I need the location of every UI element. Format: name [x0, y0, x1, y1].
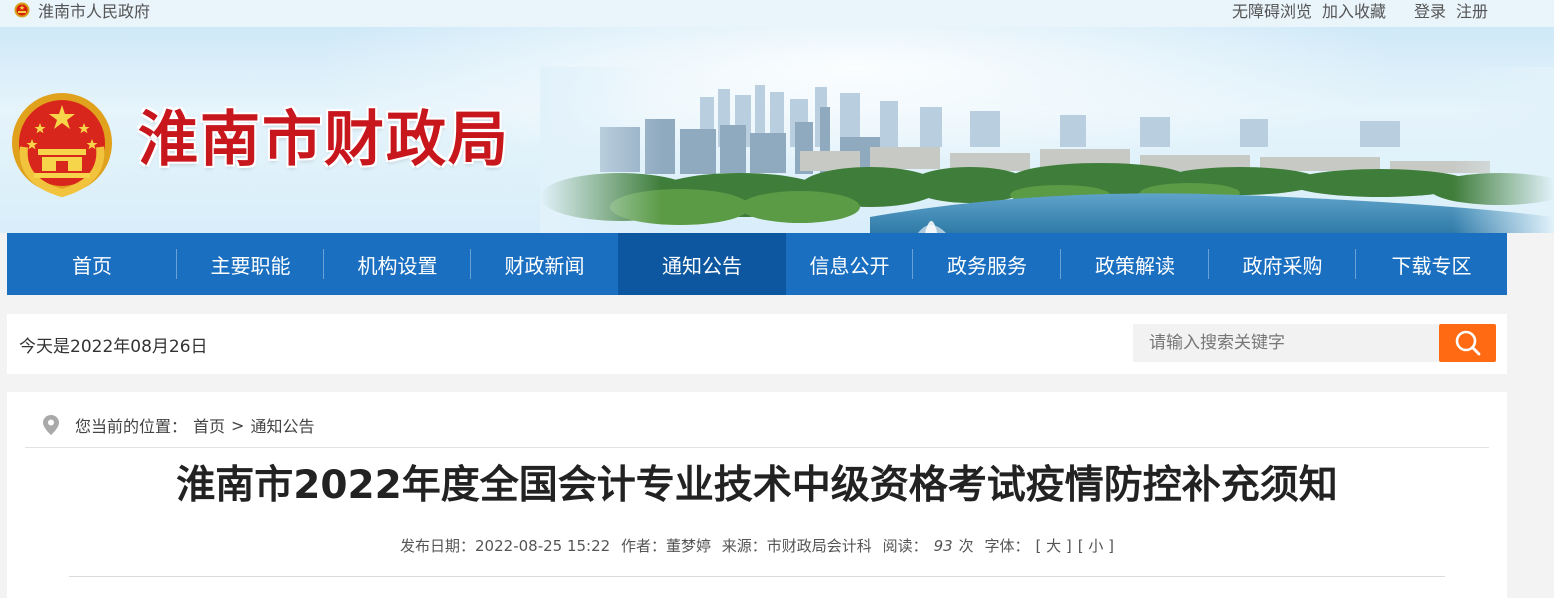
nav-item-label: 机构设置 — [357, 253, 438, 278]
main-nav: 首页 主要职能 机构设置 财政新闻 通知公告 信息公开 政务服务 政策解读 政府… — [7, 233, 1507, 295]
nav-item-label: 财政新闻 — [504, 253, 585, 278]
breadcrumb-current[interactable]: 通知公告 — [250, 413, 314, 437]
font-large-button[interactable]: [ 大 ] — [1035, 537, 1071, 555]
font-small-button[interactable]: [ 小 ] — [1078, 537, 1114, 555]
today-date: 今天是2022年08月26日 — [19, 336, 208, 357]
nav-item-label: 政府采购 — [1242, 253, 1323, 278]
gov-link-label: 淮南市人民政府 — [38, 2, 151, 21]
nav-item-label: 政策解读 — [1095, 253, 1175, 278]
add-favorite-link[interactable]: 加入收藏 — [1322, 0, 1386, 22]
gov-link[interactable]: 淮南市人民政府 — [14, 0, 151, 21]
nav-item-label: 首页 — [72, 253, 112, 278]
views-label: 阅读： — [882, 537, 928, 555]
divider — [25, 447, 1489, 448]
nav-item-label: 通知公告 — [662, 253, 742, 278]
national-emblem-icon — [14, 2, 30, 18]
nav-item-downloads[interactable]: 下载专区 — [1356, 233, 1507, 295]
nav-item-functions[interactable]: 主要职能 — [177, 233, 324, 295]
accessibility-link[interactable]: 无障碍浏览 — [1232, 0, 1312, 22]
city-skyline-image — [540, 67, 1554, 233]
source: 来源：市财政局会计科 — [721, 537, 872, 555]
nav-item-policy[interactable]: 政策解读 — [1061, 233, 1209, 295]
location-pin-icon — [43, 415, 59, 435]
top-bar: 淮南市人民政府 无障碍浏览 加入收藏 登录 注册 — [0, 0, 1554, 27]
article-title: 淮南市2022年度全国会计专业技术中级资格考试疫情防控补充须知 — [176, 463, 1338, 508]
article-meta: 发布日期：2022-08-25 15:22 作者：董梦婷 来源：市财政局会计科 … — [7, 535, 1507, 556]
views-count: 93 — [933, 537, 953, 555]
top-links: 无障碍浏览 加入收藏 登录 注册 — [1222, 0, 1488, 22]
font-size-label: 字体： — [984, 537, 1030, 555]
info-bar: 今天是2022年08月26日 — [7, 314, 1507, 374]
nav-item-label: 下载专区 — [1391, 253, 1472, 278]
author: 作者：董梦婷 — [620, 537, 711, 555]
nav-item-home[interactable]: 首页 — [7, 233, 177, 295]
nav-item-organization[interactable]: 机构设置 — [324, 233, 471, 295]
national-emblem-icon — [12, 93, 112, 198]
views-unit: 次 — [958, 537, 974, 555]
login-link[interactable]: 登录 — [1414, 0, 1446, 22]
nav-item-label: 信息公开 — [809, 253, 890, 278]
publish-date: 发布日期：2022-08-25 15:22 — [400, 537, 611, 555]
search-icon — [1455, 330, 1480, 356]
nav-item-procurement[interactable]: 政府采购 — [1209, 233, 1356, 295]
breadcrumb-home[interactable]: 首页 — [193, 413, 225, 437]
nav-item-notices[interactable]: 通知公告 — [618, 233, 786, 295]
nav-item-label: 政务服务 — [947, 253, 1027, 278]
nav-item-label: 主要职能 — [210, 253, 291, 278]
banner: 淮南市财政局 — [0, 27, 1554, 233]
article-panel: 您当前的位置： 首页 > 通知公告 淮南市2022年度全国会计专业技术中级资格考… — [7, 392, 1507, 598]
divider — [69, 576, 1445, 577]
search-input[interactable] — [1133, 324, 1439, 362]
breadcrumb: 您当前的位置： 首页 > 通知公告 — [43, 410, 320, 440]
breadcrumb-separator: > — [231, 415, 245, 435]
nav-item-finance-news[interactable]: 财政新闻 — [471, 233, 618, 295]
nav-item-disclosure[interactable]: 信息公开 — [786, 233, 913, 295]
breadcrumb-label: 您当前的位置： — [75, 417, 188, 436]
register-link[interactable]: 注册 — [1456, 0, 1488, 22]
nav-item-services[interactable]: 政务服务 — [913, 233, 1061, 295]
site-title: 淮南市财政局 — [138, 105, 510, 175]
search-button[interactable] — [1439, 324, 1496, 362]
